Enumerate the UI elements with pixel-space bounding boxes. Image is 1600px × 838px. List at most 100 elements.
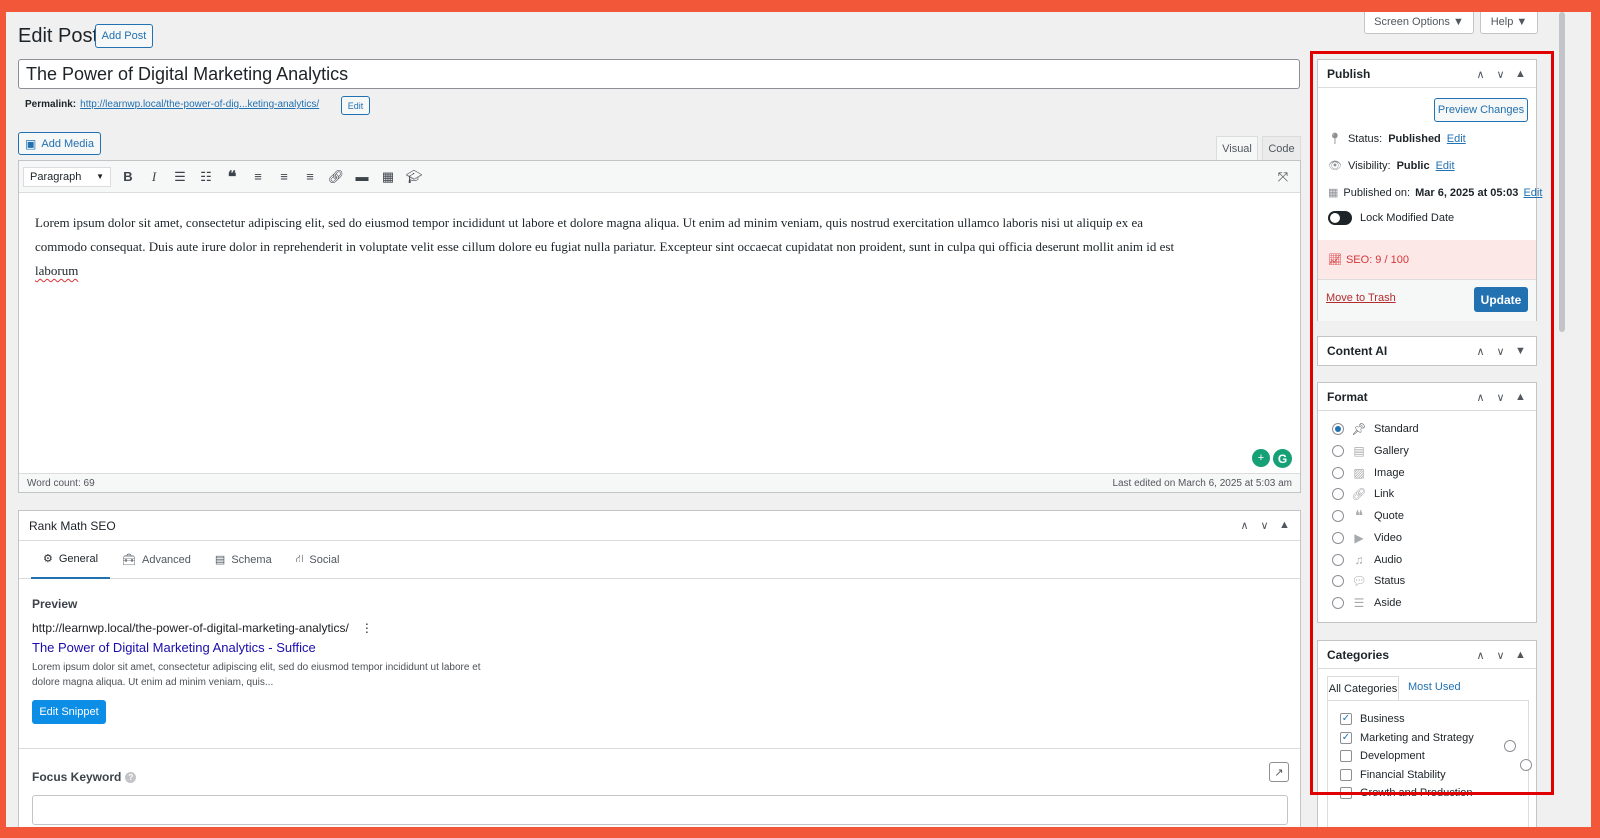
read-more-icon[interactable]: ▬: [349, 165, 375, 189]
fullscreen-icon[interactable]: ⤧: [1270, 165, 1296, 189]
collapse-icon[interactable]: ▲: [1515, 68, 1526, 81]
toolbar-toggle-icon[interactable]: ▦: [375, 165, 401, 189]
category-item[interactable]: Development: [1340, 750, 1425, 762]
trends-icon[interactable]: ↗: [1269, 762, 1289, 782]
move-up-icon[interactable]: ∧: [1475, 649, 1486, 662]
format-option-status[interactable]: 💬︎ Status: [1332, 574, 1405, 588]
format-option-audio[interactable]: ♫ Audio: [1332, 553, 1402, 567]
radio[interactable]: [1332, 575, 1344, 587]
tab-general[interactable]: ⚙ General: [31, 541, 111, 579]
move-to-trash-link[interactable]: Move to Trash: [1326, 292, 1396, 304]
format-standard-label: Standard: [1374, 423, 1419, 435]
more-vertical-icon[interactable]: ⋮: [361, 621, 373, 635]
blockquote-icon[interactable]: ❝: [219, 165, 245, 189]
format-option-quote[interactable]: ❝ Quote: [1332, 508, 1404, 525]
tab-visual[interactable]: Visual: [1216, 136, 1258, 160]
checkbox-checked[interactable]: ✓: [1340, 713, 1352, 725]
graduation-cap-icon[interactable]: 🎓︎: [401, 165, 427, 189]
help-button[interactable]: Help ▼: [1480, 12, 1538, 34]
content-ai-panel[interactable]: Content AI ∧ ∨ ▼: [1317, 336, 1537, 366]
expand-icon[interactable]: ▼: [1515, 345, 1526, 358]
checkbox-checked[interactable]: ✓: [1340, 732, 1352, 744]
grammarly-icon[interactable]: G: [1273, 449, 1292, 468]
category-item[interactable]: ✓ Marketing and Strategy: [1340, 732, 1474, 744]
content-ai-title: Content AI: [1327, 344, 1388, 358]
align-center-icon[interactable]: ≡: [271, 165, 297, 189]
radio[interactable]: [1332, 488, 1344, 500]
scrollbar[interactable]: [1559, 12, 1565, 827]
permalink-edit-button[interactable]: Edit: [341, 96, 370, 115]
edit-snippet-button[interactable]: Edit Snippet: [32, 700, 106, 724]
checkbox[interactable]: [1340, 769, 1352, 781]
radio-selected[interactable]: [1332, 423, 1344, 435]
tab-social[interactable]: ⛙ Social: [284, 553, 352, 567]
paragraph-format-select[interactable]: Paragraph ▼: [23, 166, 111, 187]
radio[interactable]: [1332, 467, 1344, 479]
format-option-gallery[interactable]: ▤ Gallery: [1332, 444, 1409, 458]
category-item[interactable]: Financial Stability: [1340, 769, 1446, 781]
move-up-icon[interactable]: ∧: [1475, 345, 1486, 358]
move-down-icon[interactable]: ∨: [1495, 345, 1506, 358]
format-option-standard[interactable]: 📌︎ Standard: [1332, 422, 1419, 436]
category-item[interactable]: Growth and Production: [1340, 787, 1473, 799]
permalink-label: Permalink:: [25, 99, 77, 110]
tab-schema[interactable]: ▤ Schema: [203, 553, 284, 567]
move-down-icon[interactable]: ∨: [1495, 391, 1506, 404]
move-up-icon[interactable]: ∧: [1239, 519, 1250, 532]
editor-content[interactable]: Lorem ipsum dolor sit amet, consectetur …: [19, 193, 1300, 283]
radio[interactable]: [1332, 554, 1344, 566]
format-option-video[interactable]: ▶ Video: [1332, 531, 1402, 545]
checkbox[interactable]: [1340, 750, 1352, 762]
post-title-input[interactable]: The Power of Digital Marketing Analytics: [18, 59, 1300, 89]
focus-keyword-input[interactable]: [32, 795, 1288, 825]
preview-title[interactable]: The Power of Digital Marketing Analytics…: [32, 640, 316, 655]
radio[interactable]: [1332, 597, 1344, 609]
format-option-aside[interactable]: ☰ Aside: [1332, 596, 1402, 610]
checkbox[interactable]: [1340, 787, 1352, 799]
primary-category-radio[interactable]: [1504, 740, 1516, 752]
radio[interactable]: [1332, 532, 1344, 544]
collapse-icon[interactable]: ▲: [1279, 519, 1290, 532]
numbered-list-icon[interactable]: ☷: [193, 165, 219, 189]
tab-code[interactable]: Code: [1262, 136, 1301, 160]
help-icon[interactable]: ?: [125, 771, 137, 783]
ai-assist-icon[interactable]: +: [1252, 449, 1270, 467]
format-option-link[interactable]: 🔗︎ Link: [1332, 487, 1394, 501]
tab-advanced[interactable]: 🧰︎ Advanced: [110, 553, 203, 567]
move-down-icon[interactable]: ∨: [1259, 519, 1270, 532]
radio[interactable]: [1332, 510, 1344, 522]
move-down-icon[interactable]: ∨: [1495, 68, 1506, 81]
bold-icon[interactable]: B: [115, 165, 141, 189]
scrollbar-thumb[interactable]: [1559, 12, 1565, 332]
link-icon[interactable]: 🔗︎: [323, 165, 349, 189]
permalink-link[interactable]: http://learnwp.local/the-power-of-dig...…: [80, 99, 319, 110]
move-up-icon[interactable]: ∧: [1475, 68, 1486, 81]
visibility-edit-link[interactable]: Edit: [1436, 160, 1455, 172]
bullet-list-icon[interactable]: ☰: [167, 165, 193, 189]
published-edit-link[interactable]: Edit: [1523, 187, 1542, 199]
seo-score-badge[interactable]: 📈︎ SEO: 9 / 100: [1318, 240, 1536, 279]
add-post-button[interactable]: Add Post: [95, 24, 153, 48]
move-down-icon[interactable]: ∨: [1495, 649, 1506, 662]
align-left-icon[interactable]: ≡: [245, 165, 271, 189]
screen-options-button[interactable]: Screen Options ▼: [1364, 12, 1474, 34]
format-option-image[interactable]: ▨ Image: [1332, 466, 1405, 480]
lock-modified-toggle[interactable]: [1328, 211, 1352, 225]
update-button[interactable]: Update: [1474, 287, 1528, 312]
collapse-icon[interactable]: ▲: [1515, 649, 1526, 662]
tab-most-used[interactable]: Most Used: [1408, 681, 1461, 693]
primary-category-radio[interactable]: [1519, 759, 1532, 771]
status-label: Status:: [1347, 132, 1383, 145]
preview-changes-button[interactable]: Preview Changes: [1434, 98, 1528, 122]
category-item[interactable]: ✓ Business: [1340, 713, 1405, 725]
move-up-icon[interactable]: ∧: [1475, 391, 1486, 404]
tab-all-categories[interactable]: All Categories: [1327, 676, 1399, 700]
radio[interactable]: [1332, 445, 1344, 457]
collapse-icon[interactable]: ▲: [1515, 391, 1526, 404]
align-right-icon[interactable]: ≡: [297, 165, 323, 189]
editor-line-1: Lorem ipsum dolor sit amet, consectetur …: [35, 215, 1143, 230]
status-edit-link[interactable]: Edit: [1447, 133, 1466, 145]
add-media-button[interactable]: ▣ Add Media: [18, 132, 101, 155]
italic-icon[interactable]: I: [141, 165, 167, 189]
divider: [19, 748, 1300, 749]
